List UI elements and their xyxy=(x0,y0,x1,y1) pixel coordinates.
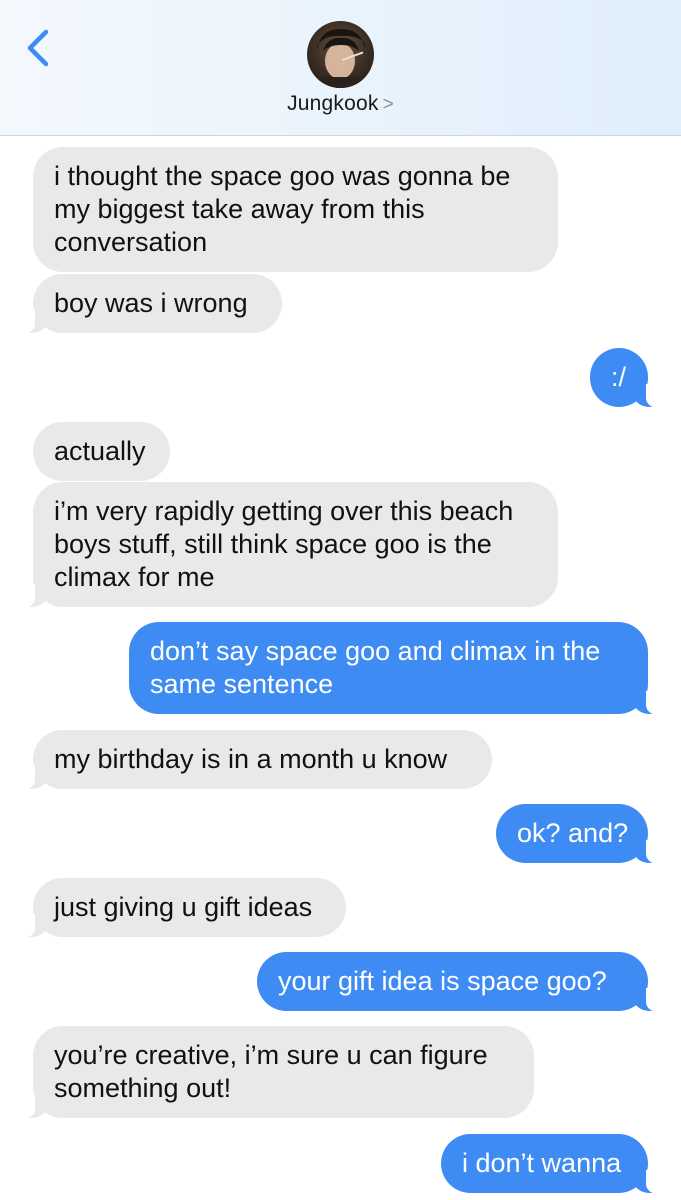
message-bubble-received[interactable]: boy was i wrong xyxy=(21,274,282,334)
message-bubble-received[interactable]: just giving u gift ideas xyxy=(21,878,346,938)
message-bubble-sent[interactable]: your gift idea is space goo? xyxy=(257,952,660,1012)
message-bubble-received[interactable]: you’re creative, i’m sure u can figure s… xyxy=(21,1026,534,1119)
chevron-right-icon: > xyxy=(382,94,394,115)
message-text: something out! xyxy=(54,1073,232,1103)
message-bubble-received[interactable]: actually xyxy=(33,422,170,481)
message-text: boy was i wrong xyxy=(54,288,248,318)
message-text: my biggest take away from this xyxy=(54,194,425,224)
message-text: climax for me xyxy=(54,562,215,592)
message-text: conversation xyxy=(54,227,208,257)
message-bubble-sent[interactable]: ok? and? xyxy=(496,804,660,864)
message-text: just giving u gift ideas xyxy=(54,892,313,922)
message-bubble-received[interactable]: i thought the space goo was gonna be my … xyxy=(33,147,558,272)
conversation-header: Jungkook > xyxy=(0,0,681,136)
message-text: ok? and? xyxy=(517,818,629,848)
message-text: don’t say space goo and climax in the xyxy=(150,636,601,666)
back-chevron-icon[interactable] xyxy=(22,28,54,68)
message-bubble-received[interactable]: my birthday is in a month u know xyxy=(21,730,492,790)
message-text: your gift idea is space goo? xyxy=(278,966,607,996)
message-text: i thought the space goo was gonna be xyxy=(54,161,511,191)
message-text: :/ xyxy=(611,362,627,392)
message-text: actually xyxy=(54,436,146,466)
message-text: you’re creative, i’m sure u can figure xyxy=(54,1040,488,1070)
message-thread[interactable]: i thought the space goo was gonna be my … xyxy=(0,136,681,1200)
message-bubble-received[interactable]: i’m very rapidly getting over this beach… xyxy=(21,482,558,608)
message-text: i don’t wanna xyxy=(462,1148,622,1178)
contact-avatar[interactable] xyxy=(307,21,374,88)
message-text: i’m very rapidly getting over this beach xyxy=(54,496,514,526)
message-text: same sentence xyxy=(150,669,334,699)
message-text: boys stuff, still think space goo is the xyxy=(54,529,492,559)
contact-name: Jungkook xyxy=(287,92,379,115)
contact-name-button[interactable]: Jungkook > xyxy=(0,92,681,116)
message-text: my birthday is in a month u know xyxy=(54,744,448,774)
message-bubble-sent[interactable]: :/ xyxy=(590,348,660,408)
message-bubble-sent[interactable]: don’t say space goo and climax in the sa… xyxy=(129,622,660,715)
avatar-photo-icon xyxy=(317,29,365,88)
message-bubble-sent[interactable]: i don’t wanna xyxy=(441,1134,660,1194)
